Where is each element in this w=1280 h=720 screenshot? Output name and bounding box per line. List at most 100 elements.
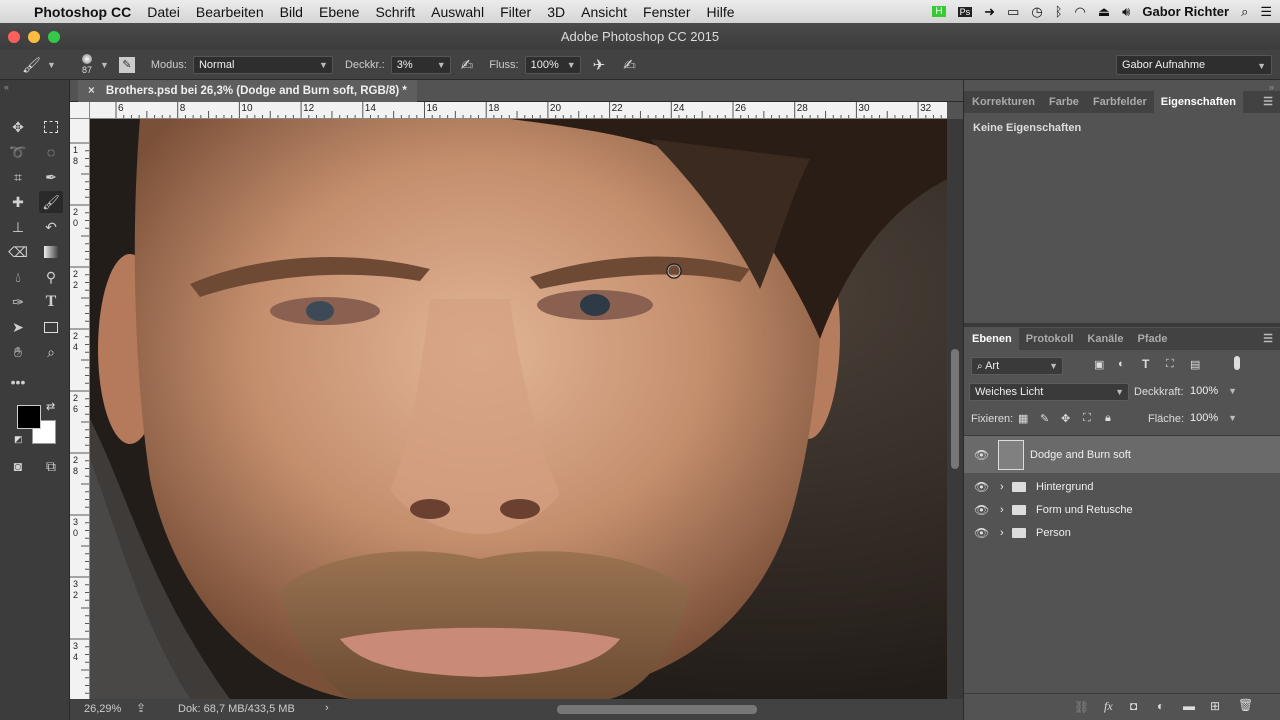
clone-stamp-tool-icon[interactable]: ⊥ — [6, 216, 30, 238]
document-tab[interactable]: × Brothers.psd bei 26,3% (Dodge and Burn… — [78, 80, 417, 102]
layer-row-hintergrund[interactable]: 👁︎ › Hintergrund — [964, 475, 1280, 498]
layer-filter-select[interactable]: ⌕ Art ▼ — [971, 357, 1063, 375]
tab-kanaele[interactable]: Kanäle — [1080, 328, 1130, 350]
layer-row-dodge-and-burn[interactable]: 👁︎ Dodge and Burn soft — [964, 436, 1280, 473]
tab-ebenen[interactable]: Ebenen — [964, 328, 1019, 350]
healing-brush-tool-icon[interactable]: ✚ — [6, 191, 30, 213]
layer-row-person[interactable]: 👁︎ › Person — [964, 521, 1280, 544]
status-menu-chevron-icon[interactable]: › — [325, 702, 329, 714]
mode-select[interactable]: Normal ▼ — [192, 55, 333, 74]
blend-mode-select[interactable]: Weiches Licht ▼ — [969, 383, 1129, 401]
crop-tool-icon[interactable]: ⌗ — [6, 166, 30, 188]
layer-name[interactable]: Dodge and Burn soft — [1030, 449, 1131, 461]
layer-name[interactable]: Form und Retusche — [1036, 504, 1133, 516]
document-canvas[interactable]: ❦ — [90, 119, 947, 699]
menu-bild[interactable]: Bild — [272, 4, 311, 20]
filter-toggle[interactable] — [1234, 356, 1240, 370]
app-status-icon[interactable]: H — [932, 6, 946, 17]
tab-eigenschaften[interactable]: Eigenschaften — [1153, 91, 1243, 113]
menu-filter[interactable]: Filter — [492, 4, 539, 20]
time-machine-icon[interactable]: ◷ — [1031, 4, 1042, 20]
foreground-color-swatch[interactable] — [17, 405, 41, 429]
notification-center-icon[interactable]: ☰ — [1260, 4, 1272, 20]
default-colors-icon[interactable]: ◩ — [14, 434, 23, 445]
wifi-icon[interactable]: ◠ — [1075, 4, 1086, 20]
filter-smartobject-icon[interactable]: ▤ — [1190, 358, 1200, 371]
filter-adjustment-icon[interactable]: ◐ — [1118, 358, 1125, 370]
bluetooth-icon[interactable]: ᛒ — [1055, 4, 1063, 19]
eraser-tool-icon[interactable]: ⌫ — [6, 241, 30, 263]
ruler-origin[interactable] — [70, 102, 90, 119]
pressure-opacity-icon[interactable]: ✍︎ — [461, 56, 474, 74]
tab-korrekturen[interactable]: Korrekturen — [964, 91, 1042, 113]
quick-mask-icon[interactable]: ◙ — [6, 455, 30, 477]
flow-field[interactable]: 100% ▼ — [524, 55, 581, 74]
lock-pixels-icon[interactable]: ✎ — [1040, 412, 1049, 425]
brush-panel-toggle-icon[interactable]: ✎ — [118, 56, 135, 73]
new-adjustment-layer-icon[interactable]: ◐ — [1157, 699, 1164, 713]
arrows-status-icon[interactable]: ➜ — [984, 4, 995, 20]
properties-panel-menu-icon[interactable]: ☰ — [1263, 91, 1273, 113]
add-mask-icon[interactable]: ◘ — [1130, 699, 1137, 713]
gradient-tool-icon[interactable] — [39, 241, 63, 263]
zoom-window-button[interactable] — [48, 31, 60, 43]
vertical-ruler[interactable]: 1 8 2 0 2 2 2 4 2 6 2 8 3 0 3 2 3 4 — [70, 119, 90, 699]
menu-auswahl[interactable]: Auswahl — [423, 4, 492, 20]
layer-style-fx-icon[interactable]: fx — [1104, 699, 1113, 714]
zoom-level[interactable]: 26,29% — [84, 703, 121, 715]
menu-app[interactable]: Photoshop CC — [26, 4, 139, 20]
tab-protokoll[interactable]: Protokoll — [1019, 328, 1081, 350]
filter-type-icon[interactable]: T — [1142, 357, 1149, 371]
layer-name[interactable]: Person — [1036, 527, 1071, 539]
menu-schrift[interactable]: Schrift — [367, 4, 423, 20]
horizontal-ruler[interactable]: 6 8 10 12 14 16 18 20 22 24 26 28 30 32 — [90, 102, 947, 119]
group-expand-chevron-icon[interactable]: › — [1000, 504, 1004, 516]
blur-tool-icon[interactable]: 💧︎ — [6, 266, 30, 288]
horizontal-scroll-thumb[interactable] — [557, 705, 757, 714]
spotlight-search-icon[interactable]: ⌕ — [1241, 4, 1248, 20]
brush-tool-icon[interactable]: 🖌︎ — [39, 191, 63, 213]
dodge-tool-icon[interactable]: ⚲ — [39, 266, 63, 288]
menu-hilfe[interactable]: Hilfe — [699, 4, 743, 20]
brush-size-chevron-icon[interactable]: ▼ — [100, 60, 109, 70]
screen-mode-icon[interactable]: ⧉ — [39, 455, 63, 477]
ps-status-icon[interactable]: Ps — [957, 6, 973, 17]
menu-ebene[interactable]: Ebene — [311, 4, 367, 20]
pressure-size-icon[interactable]: ✍︎ — [623, 56, 636, 74]
opacity-field[interactable]: 3% ▼ — [390, 55, 451, 74]
link-layers-icon[interactable]: ⛓ — [1074, 700, 1089, 714]
lock-transparent-icon[interactable]: ▦ — [1018, 412, 1028, 425]
lock-position-icon[interactable]: ✥ — [1061, 412, 1070, 425]
rectangle-tool-icon[interactable] — [39, 316, 63, 338]
tab-farbe[interactable]: Farbe — [1042, 91, 1086, 113]
eject-icon[interactable]: ⏏ — [1098, 4, 1110, 20]
close-window-button[interactable] — [8, 31, 20, 43]
marquee-tool-icon[interactable] — [39, 116, 63, 138]
battery-status-icon[interactable]: ▭ — [1007, 4, 1019, 20]
more-tools-icon[interactable]: ••• — [6, 371, 30, 393]
layer-fill-field[interactable]: 100% ▼ — [1185, 410, 1241, 428]
layer-opacity-field[interactable]: 100% ▼ — [1185, 383, 1241, 401]
new-group-icon[interactable]: ▬ — [1183, 699, 1195, 713]
move-tool-icon[interactable]: ✥ — [6, 116, 30, 138]
new-layer-icon[interactable]: ⊞ — [1210, 699, 1220, 713]
filter-shape-icon[interactable]: ⛶ — [1166, 358, 1174, 371]
minimize-window-button[interactable] — [28, 31, 40, 43]
menu-bearbeiten[interactable]: Bearbeiten — [188, 4, 272, 20]
lock-artboard-icon[interactable]: ⛶ — [1083, 412, 1091, 425]
user-name[interactable]: Gabor Richter — [1142, 4, 1229, 19]
volume-icon[interactable]: 🔊︎ — [1122, 4, 1130, 20]
panel-divider[interactable] — [964, 323, 1280, 327]
visibility-eye-icon[interactable]: 👁︎ — [974, 503, 989, 517]
tab-pfade[interactable]: Pfade — [1130, 328, 1174, 350]
group-expand-chevron-icon[interactable]: › — [1000, 481, 1004, 493]
menu-ansicht[interactable]: Ansicht — [573, 4, 635, 20]
vertical-scroll-thumb[interactable] — [951, 349, 959, 469]
layer-name[interactable]: Hintergrund — [1036, 481, 1093, 493]
lock-all-icon[interactable]: 🔒︎ — [1105, 412, 1111, 425]
path-selection-tool-icon[interactable]: ➤ — [6, 316, 30, 338]
filter-pixel-icon[interactable]: ▣ — [1094, 358, 1104, 371]
layer-row-form-und-retusche[interactable]: 👁︎ › Form und Retusche — [964, 498, 1280, 521]
workspace-select[interactable]: Gabor Aufnahme ▼ — [1116, 55, 1272, 75]
visibility-eye-icon[interactable]: 👁︎ — [974, 448, 989, 462]
